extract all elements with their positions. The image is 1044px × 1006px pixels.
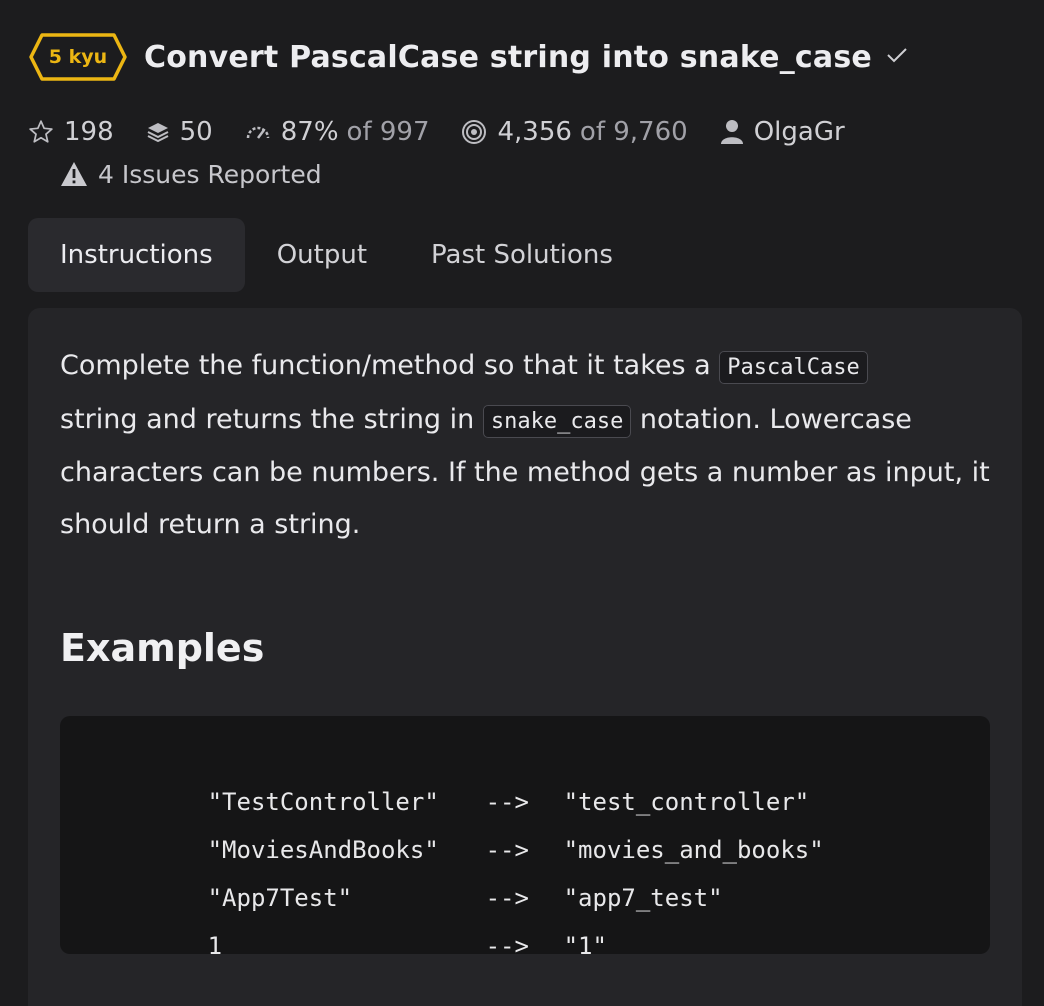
instructions-line2-end: notation. Lowercase <box>631 403 912 435</box>
layers-icon <box>147 123 169 143</box>
stars-stat[interactable]: 198 <box>28 117 114 147</box>
inline-code-pascalcase: PascalCase <box>719 351 868 384</box>
examples-heading: Examples <box>60 626 265 670</box>
satisfaction-stat: 87% of 997 <box>245 117 430 147</box>
satisfaction-rating: 87% <box>280 117 339 147</box>
completions-count: 4,356 <box>497 117 572 147</box>
example-arrow: --> <box>485 932 529 960</box>
rank-label: 5 kyu <box>48 46 108 68</box>
stars-count: 198 <box>64 117 114 147</box>
example-row: 1 --> "1" <box>92 886 607 960</box>
check-icon <box>886 46 908 68</box>
warning-icon <box>61 162 87 186</box>
instructions-line3: characters can be numbers. If the method… <box>60 457 990 488</box>
kata-header: 5 kyu Convert PascalCase string into sna… <box>28 30 908 84</box>
kata-page: 5 kyu Convert PascalCase string into sna… <box>0 0 1044 1006</box>
inline-code-snakecase: snake_case <box>482 404 632 438</box>
example-row: "App7Test" --> "app7_test" <box>92 838 723 912</box>
star-icon <box>29 120 53 143</box>
target-icon <box>462 120 487 144</box>
tab-output[interactable]: Output <box>245 218 399 292</box>
tab-instructions[interactable]: Instructions <box>28 218 245 292</box>
user-icon <box>720 120 743 144</box>
completions-stat: 4,356 of 9,760 <box>461 117 688 147</box>
example-row: "TestController" --> "test_controller" <box>92 742 810 816</box>
instructions-line4: should return a string. <box>60 508 361 540</box>
author-name[interactable]: OlgaGr <box>754 117 845 147</box>
example-output: "1" <box>563 932 607 960</box>
completions-total: of 9,760 <box>579 117 688 147</box>
kata-stats: 198 50 87% of 997 4,356 of 9,760 OlgaGr <box>28 112 877 152</box>
issues-link[interactable]: 4 Issues Reported <box>60 156 322 192</box>
collections-stat[interactable]: 50 <box>146 117 213 147</box>
kata-title: Convert PascalCase string into snake_cas… <box>144 39 872 75</box>
gauge-icon <box>246 126 269 139</box>
author-stat[interactable]: OlgaGr <box>720 117 845 147</box>
instructions-line1: Complete the function/method so that it … <box>60 350 720 381</box>
issues-label: 4 Issues Reported <box>98 159 322 189</box>
kata-tabs: Instructions Output Past Solutions <box>28 218 645 292</box>
instructions-text: Complete the function/method so that it … <box>60 340 1000 550</box>
example-row: "MoviesAndBooks" --> "movies_and_books" <box>92 790 824 864</box>
tab-past-solutions[interactable]: Past Solutions <box>399 218 645 292</box>
examples-code-block: "TestController" --> "test_controller" "Mo… <box>60 716 990 960</box>
instructions-panel: Complete the function/method so that it … <box>28 308 1022 1006</box>
satisfaction-votes: of 997 <box>346 117 430 147</box>
collections-count: 50 <box>179 117 213 147</box>
example-input: 1 <box>207 932 223 960</box>
instructions-line2: string and returns the string in <box>60 403 483 435</box>
rank-badge: 5 kyu <box>28 32 128 82</box>
